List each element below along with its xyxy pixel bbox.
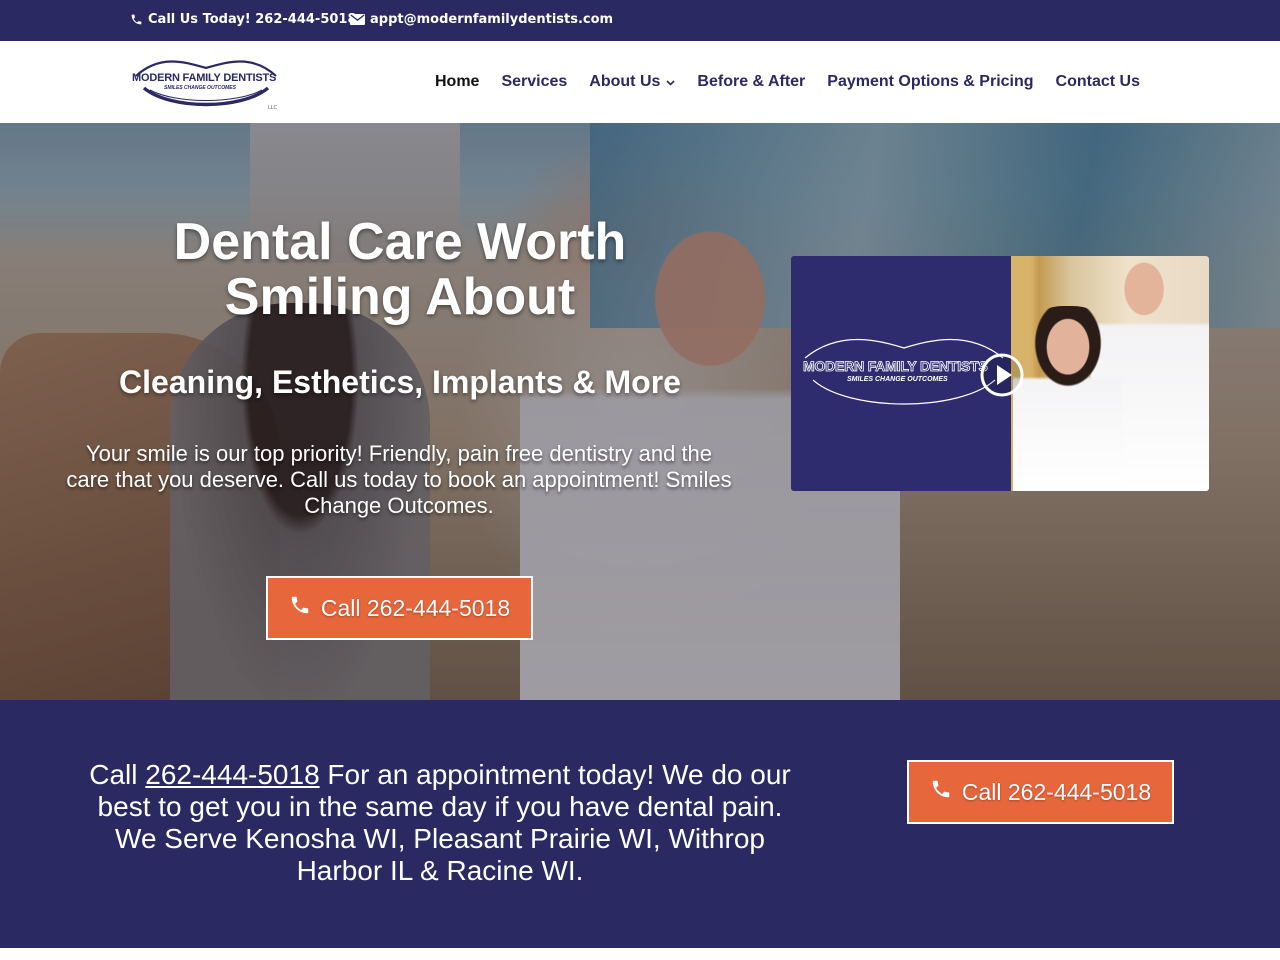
nav-item-home[interactable]: Home	[435, 73, 479, 91]
cta-text: Call 262-444-5018 For an appointment tod…	[80, 759, 800, 887]
hero-title: Dental Care Worth Smiling About	[100, 215, 700, 325]
hero-title-line1: Dental Care Worth	[173, 213, 627, 271]
hero-subtitle: Cleaning, Esthetics, Implants & More	[119, 364, 681, 400]
cta-call-button[interactable]: Call 262-444-5018	[907, 760, 1174, 824]
video-thumbnail-dentist-female	[1013, 306, 1123, 491]
hero-call-button-label: Call 262-444-5018	[320, 594, 511, 621]
site-header: MODERN FAMILY DENTISTS SMILES CHANGE OUT…	[0, 41, 1280, 123]
phone-icon	[930, 778, 952, 806]
nav-item-contact-us[interactable]: Contact Us	[1056, 73, 1140, 91]
phone-icon	[130, 13, 143, 26]
phone-icon	[289, 594, 311, 622]
topbar-phone-link[interactable]: Call Us Today! 262-444-5018	[130, 12, 357, 27]
topbar-email-link[interactable]: appt@modernfamilydentists.com	[350, 12, 613, 27]
nav-item-services[interactable]: Services	[501, 73, 567, 91]
hero-description: Your smile is our top priority! Friendly…	[66, 441, 732, 518]
cta-phone-link[interactable]: 262-444-5018	[145, 759, 319, 790]
topbar-email-label: appt@modernfamilydentists.com	[370, 12, 614, 27]
logo-tagline: SMILES CHANGE OUTCOMES	[164, 85, 236, 91]
hero-title-line2: Smiling About	[224, 268, 576, 326]
nav-item-before-after[interactable]: Before & After	[697, 73, 805, 91]
video-logo-title: MODERN FAMILY DENTISTS	[803, 358, 989, 375]
logo-llc: LLC	[268, 105, 278, 111]
intro-video-player[interactable]: MODERN FAMILY DENTISTS SMILES CHANGE OUT…	[791, 256, 1209, 491]
site-logo[interactable]: MODERN FAMILY DENTISTS SMILES CHANGE OUT…	[130, 54, 282, 116]
play-icon[interactable]	[979, 352, 1025, 398]
appointment-cta-section: Call 262-444-5018 For an appointment tod…	[0, 700, 1280, 948]
main-nav: Home Services About Us Before & After Pa…	[435, 73, 1140, 91]
video-logo-tagline: SMILES CHANGE OUTCOMES	[847, 376, 948, 383]
nav-item-about-us-label: About Us	[589, 73, 661, 90]
nav-item-payment-options[interactable]: Payment Options & Pricing	[827, 73, 1033, 91]
cta-call-button-label: Call 262-444-5018	[961, 778, 1152, 805]
nav-item-about-us[interactable]: About Us	[589, 73, 675, 91]
hero-section: Dental Care Worth Smiling About Cleaning…	[0, 123, 1280, 700]
cta-text-prefix: Call	[89, 759, 138, 790]
chevron-down-icon	[666, 73, 675, 91]
top-bar: Call Us Today! 262-444-5018 appt@modernf…	[0, 0, 1280, 41]
envelope-icon	[350, 14, 365, 25]
hero-call-button[interactable]: Call 262-444-5018	[266, 576, 533, 640]
topbar-phone-label: Call Us Today! 262-444-5018	[148, 12, 357, 27]
logo-title: MODERN FAMILY DENTISTS	[132, 72, 277, 84]
video-logo-lips-graphic	[804, 339, 1004, 405]
